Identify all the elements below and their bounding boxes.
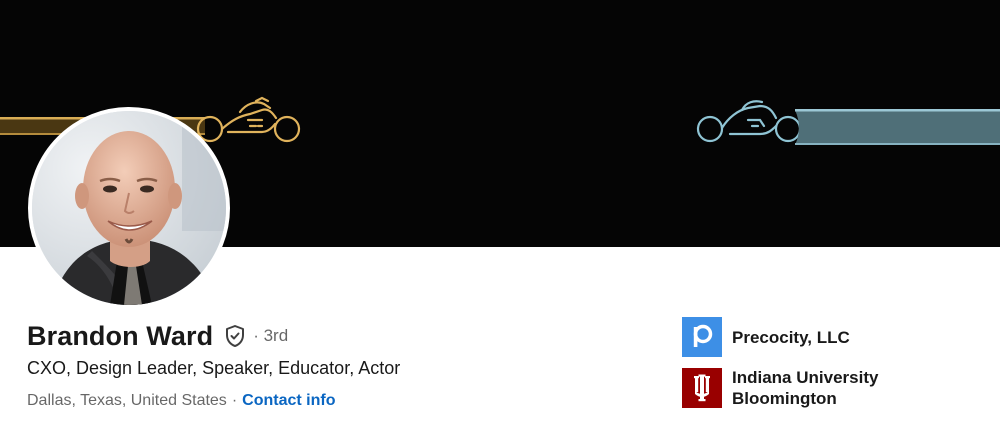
precocity-logo: [682, 317, 722, 357]
name-row: Brandon Ward · 3rd: [27, 318, 288, 354]
school-name: Indiana University Bloomington: [732, 368, 879, 408]
connection-degree: · 3rd: [253, 326, 289, 345]
light-cycle-blue-icon: [696, 100, 802, 143]
company-name: Precocity, LLC: [732, 327, 850, 347]
profile-headline: CXO, Design Leader, Speaker, Educator, A…: [27, 358, 401, 378]
indiana-university-logo: [682, 368, 722, 408]
contact-info-link[interactable]: Contact info: [242, 392, 335, 410]
profile-name: Brandon Ward: [27, 320, 214, 351]
location-separator: ·: [231, 392, 238, 409]
profile-location: Dallas, Texas, United States: [27, 392, 227, 409]
light-cycle-blue-trail: [795, 109, 1000, 145]
profile-photo[interactable]: [28, 107, 230, 309]
shield-check-icon[interactable]: [223, 324, 247, 348]
current-company[interactable]: Precocity, LLC: [682, 317, 850, 357]
location-row: Dallas, Texas, United States · Contact i…: [27, 392, 335, 410]
light-cycle-gold-icon: [196, 96, 301, 143]
education-school[interactable]: Indiana University Bloomington: [682, 367, 907, 409]
